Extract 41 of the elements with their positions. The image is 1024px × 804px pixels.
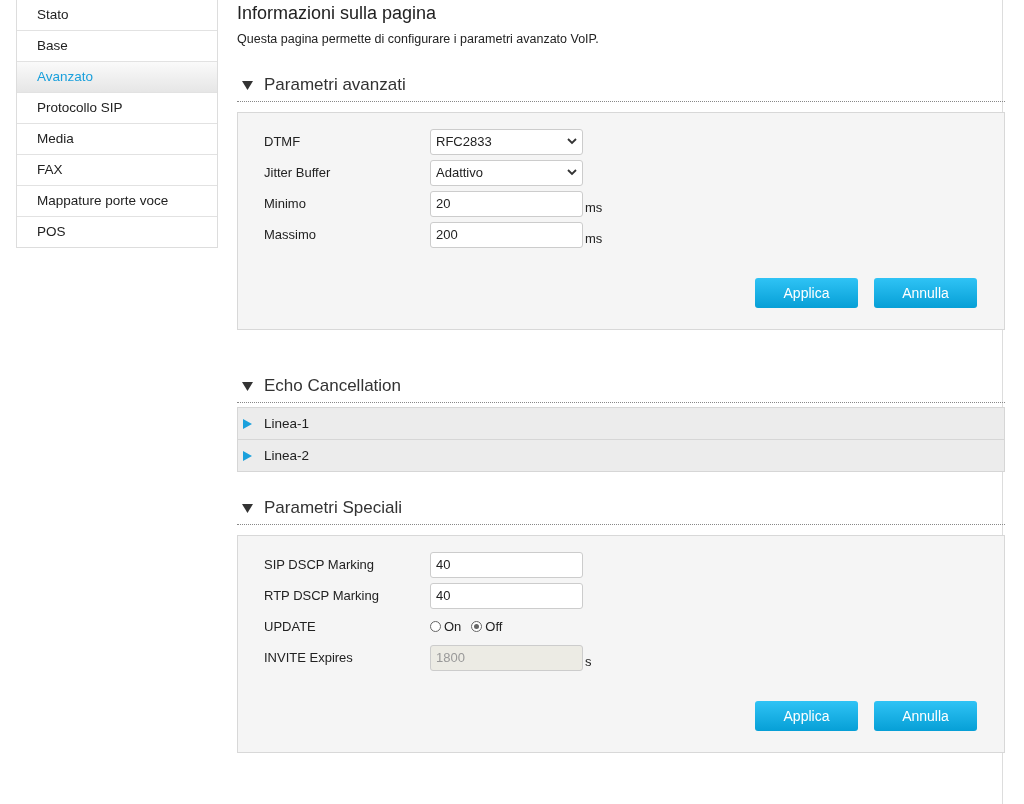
field-label: Jitter Buffer xyxy=(264,165,332,180)
caret-icon[interactable] xyxy=(567,138,577,145)
row-label: Linea-2 xyxy=(264,448,310,463)
dropdown[interactable]: Adattivo xyxy=(430,159,583,186)
field-label: INVITE Expires xyxy=(264,650,354,665)
field-label: Minimo xyxy=(264,196,307,211)
field-label: DTMF xyxy=(264,134,302,149)
unit-label: ms xyxy=(585,200,603,215)
accordion-row[interactable]: Linea-1 xyxy=(237,407,1005,440)
input-field[interactable]: 40 xyxy=(430,582,583,609)
radio-label: Off xyxy=(485,619,503,634)
radio-button[interactable] xyxy=(430,621,441,632)
field-label: Massimo xyxy=(264,227,317,242)
accordion-row[interactable]: Linea-2 xyxy=(237,440,1005,472)
radio-label: On xyxy=(444,619,462,634)
unit-label: ms xyxy=(585,231,603,246)
field-label: RTP DSCP Marking xyxy=(264,588,380,603)
input-field[interactable]: 200 xyxy=(430,221,583,248)
sidebar-item[interactable]: Stato xyxy=(17,0,217,30)
radio-button[interactable] xyxy=(471,621,483,632)
dropdown[interactable]: RFC2833 xyxy=(430,128,583,155)
section-title: Parametri Speciali xyxy=(264,498,402,518)
page-description: Questa pagina permette di configurare i parametri avanzato VoIP. xyxy=(237,32,600,46)
section-title: Parametri avanzati xyxy=(264,75,406,95)
collapse-icon[interactable] xyxy=(242,381,253,391)
field-label: UPDATE xyxy=(264,619,317,634)
field-label: SIP DSCP Marking xyxy=(264,557,376,572)
page-title: Informazioni sulla pagina xyxy=(237,3,438,24)
sidebar-item[interactable]: FAX xyxy=(17,154,217,185)
sidebar-item[interactable]: Protocollo SIP xyxy=(17,92,217,123)
section-title: Echo Cancellation xyxy=(264,376,402,396)
sidebar-item[interactable]: Mappature porte voce xyxy=(17,185,217,216)
input-field[interactable]: 20 xyxy=(430,190,583,217)
collapse-icon[interactable] xyxy=(242,80,253,90)
input-field[interactable]: 40 xyxy=(430,551,583,578)
unit-label: s xyxy=(585,654,592,669)
sidebar-item[interactable]: Media xyxy=(17,123,217,154)
caret-icon[interactable] xyxy=(567,169,577,176)
collapse-icon[interactable] xyxy=(242,503,253,513)
row-label: Linea-1 xyxy=(264,416,310,431)
sidebar-item[interactable]: POS xyxy=(17,216,217,247)
